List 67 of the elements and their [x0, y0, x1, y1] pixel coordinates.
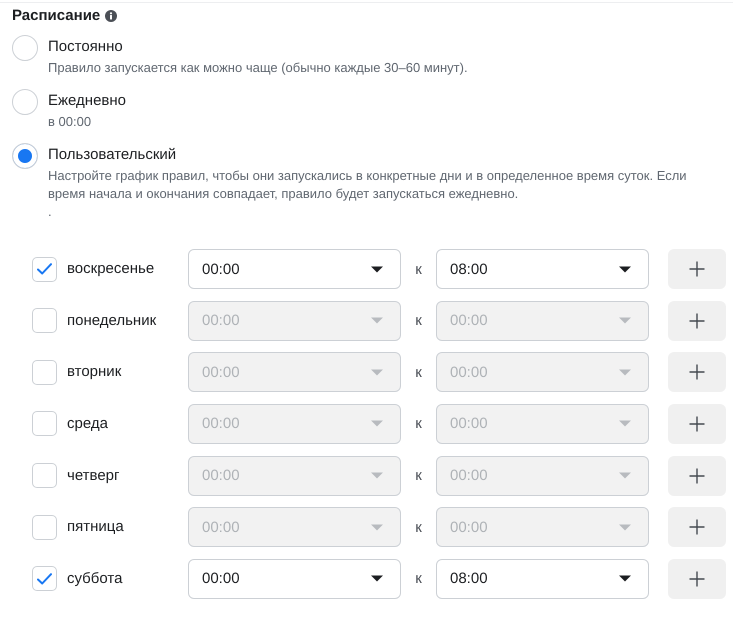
plus-icon: [689, 364, 705, 380]
day-checkbox[interactable]: [32, 360, 57, 385]
separator-label: к: [414, 467, 423, 484]
caret-icon: [619, 266, 631, 272]
separator-label: к: [414, 364, 423, 381]
separator-label: к: [414, 518, 423, 536]
day-label[interactable]: воскресенье: [67, 259, 188, 279]
day-checkbox[interactable]: [32, 566, 57, 592]
info-icon: [105, 10, 118, 22]
day-checkbox[interactable]: [32, 256, 57, 282]
caret-icon: [619, 420, 631, 428]
add-button[interactable]: [668, 456, 726, 496]
radio-button[interactable]: [12, 35, 38, 61]
day-checkbox[interactable]: [32, 514, 57, 540]
option-description: .: [48, 203, 52, 221]
caret-icon: [371, 420, 383, 428]
separator-label: к: [414, 260, 423, 278]
caret-icon: [619, 317, 631, 324]
separator-label: к: [414, 312, 423, 330]
option-label[interactable]: Пользовательский: [48, 145, 720, 165]
check-icon: [37, 263, 52, 275]
end-time-select[interactable]: 08:00: [436, 249, 649, 289]
add-button[interactable]: [668, 404, 726, 444]
separator-label: к: [414, 415, 423, 432]
day-checkbox[interactable]: [32, 411, 57, 436]
caret-icon: [619, 368, 631, 376]
add-button[interactable]: [668, 249, 726, 289]
plus-icon: [689, 570, 705, 587]
radio-button[interactable]: [12, 143, 38, 169]
plus-icon: [689, 519, 705, 536]
caret-icon: [371, 575, 383, 582]
separator-label: к: [414, 570, 423, 588]
add-button[interactable]: [668, 558, 726, 599]
add-button[interactable]: [668, 352, 726, 392]
radio-button[interactable]: [12, 89, 38, 115]
section-title: Расписание: [12, 6, 100, 26]
caret-icon: [371, 524, 383, 531]
caret-icon: [371, 317, 383, 324]
day-label[interactable]: понедельник: [67, 310, 188, 331]
plus-icon: [689, 416, 705, 432]
caret-icon: [619, 472, 631, 480]
start-time-select[interactable]: 00:00: [188, 249, 401, 289]
option-description: Правило запускается как можно чаще (обычно каждые 30–60 минут).: [48, 59, 468, 77]
option-description: Настройте график правил, чтобы они запускались в конкретные дни и в определенное время суток. Если время начала и окончания совпадает, правило будет запускаться ежедневно.: [48, 167, 688, 203]
day-label[interactable]: суббота: [67, 568, 188, 589]
option-description: в 00:00: [48, 113, 92, 131]
day-label[interactable]: среда: [67, 414, 188, 434]
check-icon: [37, 572, 52, 585]
plus-icon: [689, 468, 705, 484]
day-label[interactable]: четверг: [67, 466, 188, 486]
end-time-select[interactable]: 08:00: [436, 558, 649, 599]
caret-icon: [371, 368, 383, 376]
caret-icon: [371, 472, 383, 480]
caret-icon: [619, 524, 631, 531]
day-checkbox[interactable]: [32, 308, 57, 334]
day-label[interactable]: вторник: [67, 362, 188, 382]
caret-icon: [619, 575, 631, 582]
caret-icon: [371, 266, 383, 272]
day-checkbox[interactable]: [32, 463, 57, 488]
plus-icon: [689, 312, 705, 329]
start-time-select[interactable]: 00:00: [188, 558, 401, 599]
option-label[interactable]: Постоянно: [48, 37, 468, 57]
day-label[interactable]: пятница: [67, 517, 188, 538]
option-label[interactable]: Ежедневно: [48, 91, 126, 111]
add-button[interactable]: [668, 300, 726, 341]
add-button[interactable]: [668, 507, 726, 548]
plus-icon: [689, 261, 705, 277]
